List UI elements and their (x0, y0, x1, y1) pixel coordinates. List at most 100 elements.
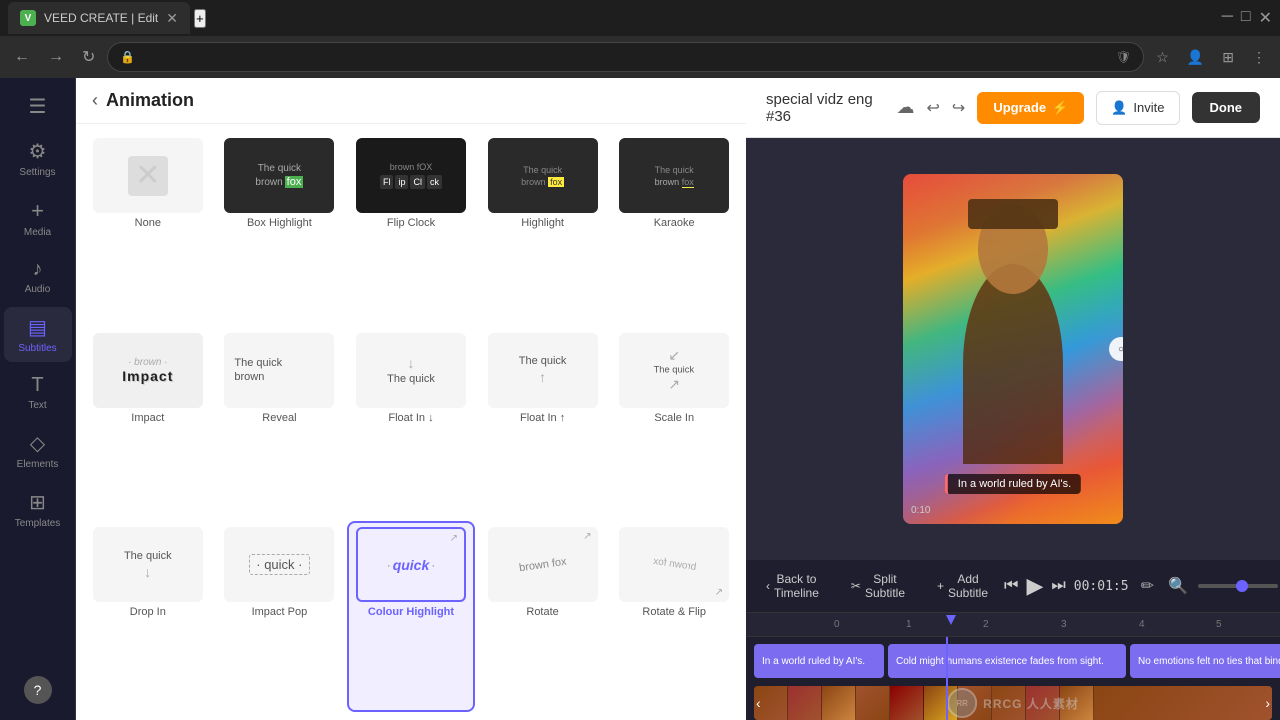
undo-btn[interactable]: ↩ (927, 98, 940, 118)
video-thumbnails: RR RRCG 人人素材 (754, 686, 1272, 720)
maximize-btn[interactable]: □ (1241, 8, 1251, 28)
video-time: 0:10 (911, 505, 930, 516)
anim-scale-in[interactable]: ↙ The quick ↗ Scale In (610, 327, 738, 518)
anim-float-in-down[interactable]: ↓ The quick Float In ↓ (347, 327, 475, 518)
back-nav-btn[interactable]: ← (8, 44, 36, 70)
minimize-btn[interactable]: ─ (1222, 8, 1233, 28)
add-subtitle-btn[interactable]: + Add Subtitle (929, 568, 996, 604)
back-button[interactable]: ‹ (92, 90, 98, 111)
ruler-0: 0 (834, 619, 840, 630)
sidebar-item-elements[interactable]: ◇ Elements (4, 423, 72, 478)
ruler-1: 1 (906, 619, 912, 630)
zoom-slider[interactable] (1198, 584, 1278, 588)
float-up-text: The quick (519, 355, 567, 367)
invite-label: Invite (1133, 100, 1164, 115)
anim-none[interactable]: ✕ None (84, 132, 212, 323)
split-subtitle-btn[interactable]: ✂ Split Subtitle (843, 568, 913, 604)
anim-float-in-up[interactable]: The quick ↑ Float In ↑ (479, 327, 607, 518)
anim-karaoke-preview: The quick brown fox (619, 138, 729, 213)
sidebar-item-text[interactable]: T Text (4, 366, 72, 419)
templates-icon: ⊞ (29, 490, 46, 515)
thumb-rest: RR RRCG 人人素材 (1094, 686, 1272, 720)
zoom-out-btn[interactable]: 🔍 (1164, 572, 1192, 600)
anim-float-in-up-preview: The quick ↑ (488, 333, 598, 408)
cloud-save-btn[interactable]: ☁ (897, 97, 915, 118)
subtitle-text: In a world ruled by AI's. (958, 478, 1071, 490)
tab-close-btn[interactable]: ✕ (166, 10, 178, 27)
box-highlight-row2: brown fox (255, 176, 303, 188)
sidebar-item-menu[interactable]: ☰ (4, 86, 72, 127)
lightning-icon: ⚡ (1052, 100, 1068, 116)
video-background (903, 174, 1123, 524)
subtitle-clip-3[interactable]: No emotions felt no ties that bind (1130, 644, 1280, 678)
redo-btn[interactable]: ↪ (952, 98, 965, 118)
extension-icon: 🛡 (1116, 50, 1131, 64)
anim-impact[interactable]: · brown · Impact Impact (84, 327, 212, 518)
anim-rotate-preview: brown fox ↗ (488, 527, 598, 602)
edit-tool-btn[interactable]: ✏ (1137, 572, 1158, 600)
highlight-top: The quick (523, 165, 562, 175)
strip-left-handle[interactable]: ‹ (756, 695, 761, 711)
anim-flip-clock-preview: brown fOX Fl ip Cl ck (356, 138, 466, 213)
play-btn[interactable]: ▶ (1026, 573, 1043, 599)
anim-impact-pop[interactable]: · quick · Impact Pop (216, 521, 344, 712)
timeline-tools: ✏ 🔍 🔍 Fit 〜 ⚙ (1137, 570, 1280, 602)
rewind-btn[interactable]: ⏮ (1004, 577, 1018, 595)
sidebar-item-subtitles[interactable]: ▤ Subtitles (4, 307, 72, 362)
colour-highlight-word: quick (393, 557, 430, 573)
profile-btn[interactable]: 👤 (1181, 45, 1210, 70)
invite-btn[interactable]: 👤 Invite (1096, 91, 1179, 125)
anim-rotate-flip-label: Rotate & Flip (642, 606, 706, 618)
upgrade-btn[interactable]: Upgrade ⚡ (977, 92, 1084, 124)
anim-rotate[interactable]: brown fox ↗ Rotate (479, 521, 607, 712)
ruler-4: 4 (1139, 619, 1145, 630)
sidebar-item-templates[interactable]: ⊞ Templates (4, 482, 72, 537)
anim-box-highlight[interactable]: The quick brown fox Box Highlight (216, 132, 344, 323)
extensions-btn[interactable]: ⊞ (1216, 45, 1240, 70)
video-track: RR RRCG 人人素材 ‹ › (746, 683, 1280, 720)
subtitle-clip-1[interactable]: In a world ruled by AI's. (754, 644, 884, 678)
anim-highlight-preview: The quick brown fox (488, 138, 598, 213)
scale-in-text: The quick (654, 365, 695, 375)
add-label: Add Subtitle (948, 572, 988, 600)
ruler-2: 2 (983, 619, 989, 630)
refresh-btn[interactable]: ↻ (76, 43, 101, 71)
anim-reveal[interactable]: The quick brown Reveal (216, 327, 344, 518)
impact-pop-text: · quick · (249, 554, 309, 575)
anim-karaoke[interactable]: The quick brown fox Karaoke (610, 132, 738, 323)
sidebar-item-settings[interactable]: ⚙ Settings (4, 131, 72, 186)
anim-drop-in[interactable]: The quick ↓ Drop In (84, 521, 212, 712)
anim-scale-in-label: Scale In (654, 412, 694, 424)
close-window-btn[interactable]: ✕ (1259, 8, 1272, 28)
thumb-5 (890, 686, 924, 720)
zoom-thumb[interactable] (1236, 580, 1248, 592)
browser-toolbar: ← → ↻ 🔒 veed.io/edit/278d22d9-4498-4b04-… (0, 36, 1280, 78)
forward-nav-btn[interactable]: → (42, 44, 70, 70)
video-strip: RR RRCG 人人素材 ‹ › (754, 686, 1272, 720)
done-btn[interactable]: Done (1192, 92, 1261, 123)
bookmark-btn[interactable]: ☆ (1150, 45, 1175, 70)
anim-drop-in-label: Drop In (130, 606, 166, 618)
address-bar[interactable]: 🔒 veed.io/edit/278d22d9-4498-4b04-bd58-a… (107, 42, 1144, 72)
sidebar-item-help[interactable]: ? (4, 668, 72, 712)
split-icon: ✂ (851, 579, 861, 593)
anim-float-in-down-preview: ↓ The quick (356, 333, 466, 408)
url-input[interactable]: veed.io/edit/278d22d9-4498-4b04-bd58-af3… (143, 50, 1108, 64)
zoom-control[interactable] (1198, 584, 1278, 588)
anim-highlight[interactable]: The quick brown fox Highlight (479, 132, 607, 323)
browser-tab-active[interactable]: V VEED CREATE | Edit ✕ (8, 2, 190, 34)
strip-right-handle[interactable]: › (1265, 695, 1270, 711)
anim-colour-highlight[interactable]: · quick · ↗ Colour Highlight (347, 521, 475, 712)
anim-reveal-label: Reveal (262, 412, 296, 424)
play-controls: ⏮ ▶ ⏭ 00:01:5 (1004, 573, 1129, 599)
anim-flip-clock[interactable]: brown fOX Fl ip Cl ck Flip Clock (347, 132, 475, 323)
menu-btn[interactable]: ⋮ (1246, 45, 1272, 70)
subtitle-clip-2[interactable]: Cold might humans existence fades from s… (888, 644, 1126, 678)
new-tab-btn[interactable]: + (194, 9, 206, 28)
back-to-timeline-btn[interactable]: ‹ Back to Timeline (758, 568, 827, 604)
sidebar-item-media[interactable]: + Media (4, 190, 72, 246)
fast-forward-btn[interactable]: ⏭ (1051, 577, 1065, 595)
sidebar-item-audio[interactable]: ♪ Audio (4, 250, 72, 303)
anim-rotate-label: Rotate (526, 606, 558, 618)
anim-rotate-flip[interactable]: brown fox ↗ Rotate & Flip (610, 521, 738, 712)
